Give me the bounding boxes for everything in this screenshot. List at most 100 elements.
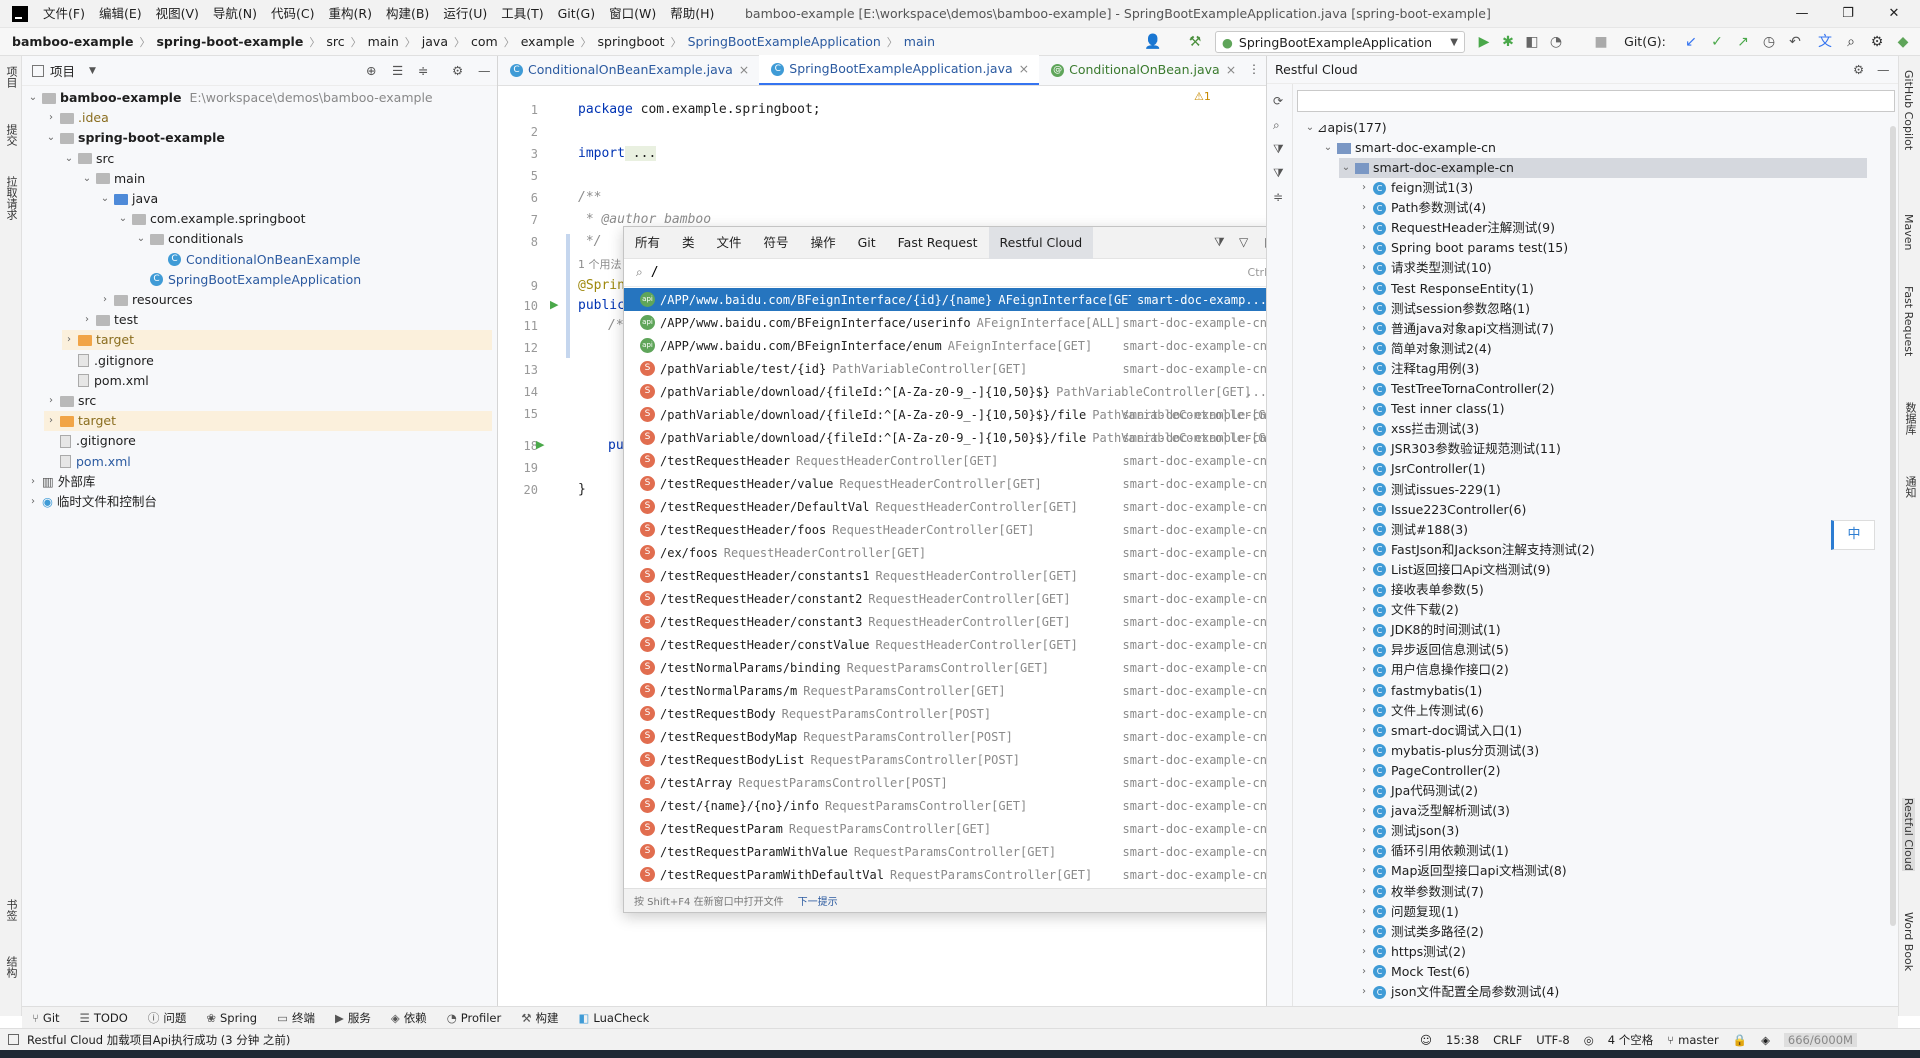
popup-tab[interactable]: 符号 [753,227,800,259]
api-controller[interactable]: › C RequestHeader注解测试(9) [1357,218,1555,238]
tree-item[interactable]: ⌄ bamboo-example E:\workspace\demos\bamboo… [26,88,433,108]
result-row[interactable]: S/testRequestParamWithDefaultVal RequestP… [624,863,1295,886]
stripe-tab-pull-requests[interactable]: 拉取请求 [3,176,19,220]
memory-indicator[interactable]: 666/6000M [1783,1032,1857,1047]
api-controller[interactable]: › Cfeign测试1(3) [1357,178,1473,198]
chevron-right-icon[interactable]: › [1357,721,1371,741]
result-row[interactable]: S/pathVariable/download/{fileId:^[A-Za-z… [624,403,1295,426]
api-controller[interactable]: › C 文件下载(2) [1357,600,1459,620]
chevron-right-icon[interactable]: › [1357,620,1371,640]
gear-icon[interactable]: ⚙ [452,63,463,78]
api-controller[interactable]: › C TestTreeTornaController(2) [1357,379,1555,399]
api-controller[interactable]: › C PageController(2) [1357,761,1500,781]
chevron-right-icon[interactable]: › [1357,198,1371,218]
api-controller[interactable]: › C 枚举参数测试(7) [1357,882,1484,902]
next-tip-link[interactable]: 下一提示 [798,893,838,908]
result-row[interactable]: S/testRequestHeader/constValue RequestHea… [624,633,1295,656]
tree-item[interactable]: pom.xml [62,371,149,391]
api-controller[interactable]: › C 简单对象测试2(4) [1357,339,1492,359]
chevron-right-icon[interactable]: › [1357,279,1371,299]
chevron-right-icon[interactable]: › [1357,741,1371,761]
popup-tab[interactable]: Git [847,227,887,259]
usage-hint[interactable]: 1 个用法 [578,256,622,272]
chevron-right-icon[interactable]: › [1357,319,1371,339]
power-save-icon[interactable]: ◈ [1761,1033,1770,1047]
tree-item[interactable]: ⌄ java [98,189,158,209]
refresh-icon[interactable]: ⟳ [1273,94,1283,108]
project-view-title[interactable]: 项目 [50,61,75,80]
rollback-icon[interactable]: ↶ [1784,30,1806,54]
run-config-select[interactable]: ● SpringBootExampleApplication ▼ [1215,31,1465,53]
editor-tab[interactable]: C ConditionalOnBeanExample.java × [498,55,759,85]
close-icon[interactable]: × [1019,54,1029,84]
breadcrumb-item[interactable]: java [416,34,454,49]
chevron-right-icon[interactable]: › [1357,701,1371,721]
chevron-down-icon[interactable]: ⌄ [116,209,130,229]
run-class-icon[interactable]: ▶ [550,298,558,311]
api-controller[interactable]: › C 普通java对象api文档测试(7) [1357,319,1554,339]
bottom-tool-luacheck9[interactable]: ◧ LuaCheck [569,1011,660,1025]
plugin-icon[interactable]: ◆ [1892,30,1914,54]
debug-icon[interactable]: ✱ [1497,30,1519,54]
gear-icon[interactable]: ⚙ [1866,30,1888,54]
tree-item[interactable]: pom.xml [44,452,131,472]
api-root[interactable]: ⌄ ⊿ apis(177) [1303,118,1387,138]
api-controller[interactable]: › C Issue223Controller(6) [1357,500,1526,520]
chevron-right-icon[interactable]: › [1357,339,1371,359]
chevron-down-icon[interactable]: ⌄ [134,229,148,249]
menu-item[interactable]: 帮助(H) [663,0,721,28]
tree-item[interactable]: .gitignore [44,431,136,451]
filter-options-icon[interactable]: ▽ [1239,235,1248,249]
popup-tab[interactable]: Restful Cloud [988,226,1094,259]
tree-item[interactable]: ⌄ main [80,169,145,189]
search-icon[interactable]: ⌕ [1273,118,1280,133]
stripe-tab-structure[interactable]: 结构 [3,956,19,978]
popup-tab[interactable]: 所有 [624,227,671,259]
bottom-tool-profiler7[interactable]: ◔ Profiler [437,1011,512,1025]
lock-icon[interactable]: 🔒 [1733,1033,1747,1047]
result-row[interactable]: api/APP/www.baidu.com/BFeignInterface/us… [624,311,1295,334]
api-controller[interactable]: › Csmart-doc调试入口(1) [1357,721,1522,741]
result-row[interactable]: S/testRequestHeader/constant3 RequestHead… [624,610,1295,633]
tree-item[interactable]: › src [44,391,96,411]
chevron-right-icon[interactable]: › [26,472,40,492]
profile-icon[interactable]: ◔ [1545,30,1567,54]
result-row[interactable]: api/APP/www.baidu.com/BFeignInterface/en… [624,334,1295,357]
chevron-right-icon[interactable]: › [1357,600,1371,620]
build-hammer-icon[interactable]: ⚒ [1184,30,1206,54]
result-row[interactable]: S/testRequestHeader RequestHeaderControll… [624,449,1295,472]
api-controller[interactable]: › C Test inner class(1) [1357,399,1504,419]
minimize-icon[interactable]: — [1780,0,1824,28]
result-row[interactable]: S/testRequestParamWithValue RequestParams… [624,840,1295,863]
result-row[interactable]: S/test/{name}/{no}/info RequestParamsCont… [624,794,1295,817]
menu-item[interactable]: 导航(N) [206,0,264,28]
bottom-tool-8[interactable]: ⚒ 构建 [511,1010,568,1026]
breadcrumb-item[interactable]: SpringBootExampleApplication [682,34,887,49]
chevron-right-icon[interactable]: › [1357,419,1371,439]
hide-icon[interactable]: — [478,63,491,78]
editor-tab[interactable]: @ ConditionalOnBean.java × [1039,55,1246,85]
api-controller[interactable]: › C 测试#188(3) [1357,520,1468,540]
hide-icon[interactable]: — [1877,62,1890,77]
stripe-tab-word-book[interactable]: Word Book [1902,912,1915,971]
breadcrumb-item[interactable]: main [898,34,941,49]
tree-item[interactable]: › .idea [44,108,109,128]
chevron-right-icon[interactable]: › [1357,942,1371,962]
git-commit-icon[interactable]: ✓ [1706,30,1728,54]
chevron-right-icon[interactable]: › [1357,379,1371,399]
file-encoding[interactable]: UTF-8 [1536,1033,1570,1047]
api-controller[interactable]: › Cxss拦击测试(3) [1357,419,1479,439]
breadcrumb-item[interactable]: example [515,34,581,49]
popup-tab[interactable]: Fast Request [887,227,989,259]
result-row[interactable]: S/ex/foos RequestHeaderController[GET] sma… [624,541,1295,564]
chevron-right-icon[interactable]: › [62,330,76,350]
menu-item[interactable]: 窗口(W) [602,0,663,28]
maximize-icon[interactable]: ❐ [1826,0,1870,28]
chevron-down-icon[interactable]: ⌄ [26,88,40,108]
api-project[interactable]: ⌄ smart-doc-example-cn [1321,138,1496,158]
stripe-tab-bookmarks[interactable]: 书签 [3,899,19,921]
api-controller[interactable]: › C 请求类型测试(10) [1357,258,1492,278]
api-controller[interactable]: › C 循环引用依赖测试(1) [1357,841,1509,861]
tree-item[interactable]: › resources [98,290,193,310]
chevron-right-icon[interactable]: › [1357,640,1371,660]
